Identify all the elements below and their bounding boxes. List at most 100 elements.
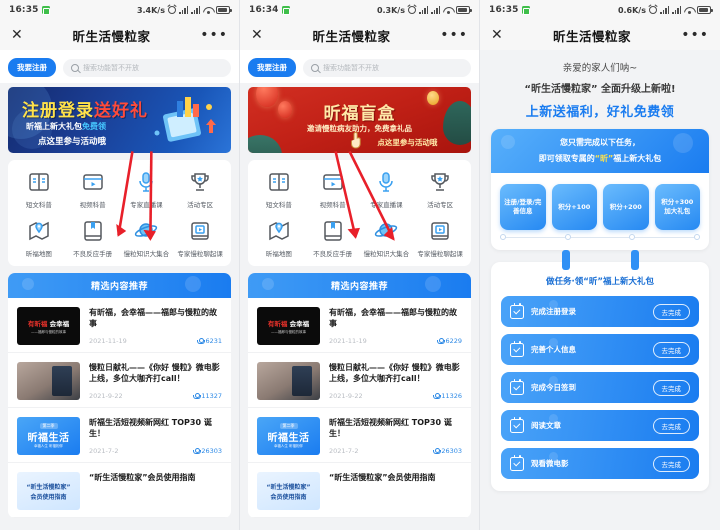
register-button[interactable]: 我要注册 — [248, 58, 296, 77]
more-options-icon[interactable]: ••• — [200, 28, 228, 42]
grid-item-label: 不良反应手册 — [73, 250, 113, 258]
grid-item-0[interactable]: 短文科普 — [12, 170, 66, 209]
grid-item-3[interactable]: 活动专区 — [173, 170, 227, 209]
banner-subtitle-accent: 免费领 — [82, 122, 106, 131]
thumbnail-line1: “昕生活慢粒家” — [26, 483, 71, 491]
grid-item-2[interactable]: 专家直播课 — [120, 170, 174, 209]
network-speed: 0.6K/s — [617, 5, 646, 15]
grid-item-label: 专家慢粒聊起课 — [417, 250, 463, 258]
task-label: 完成注册登录 — [531, 307, 576, 316]
task-row-2[interactable]: 完成今日签到 去完成 — [501, 372, 699, 403]
task-deco — [549, 414, 558, 423]
thumbnail-title: 有昕福 会幸福 — [267, 319, 310, 328]
status-time: 16:35 — [489, 5, 519, 15]
close-icon[interactable]: ✕ — [251, 28, 263, 42]
list-item-date: 2021-11-19 — [89, 337, 127, 345]
battery-icon — [697, 6, 713, 14]
panel-home-register: 16:35 3.4K/s ✕ 昕生活慢粒家 ••• 我要注册 搜索功能暂不开放 … — [0, 0, 240, 530]
list-item[interactable]: “昕生活慢粒家” 会员使用指南 “昕生活慢粒家”会员使用指南 — [248, 463, 471, 518]
banner-subtitle-main: 昕福上新大礼包 — [26, 122, 82, 131]
list-item-views: 6231 — [197, 337, 222, 345]
task-row-1[interactable]: 完善个人信息 去完成 — [501, 334, 699, 365]
planet-icon — [374, 219, 398, 243]
list-item-meta: 2021-7-2 26303 — [89, 447, 222, 455]
wifi-icon — [203, 6, 213, 14]
title-bar: ✕ 昕生活慢粒家 ••• — [240, 20, 479, 50]
close-icon[interactable]: ✕ — [491, 28, 503, 42]
grid-item-6[interactable]: 慢粒知识大集合 — [360, 219, 414, 258]
search-input[interactable]: 搜索功能暂不开放 — [303, 58, 471, 77]
close-icon[interactable]: ✕ — [11, 28, 23, 42]
status-left: 16:34 — [249, 5, 291, 15]
thumbnail: 第二季 昕福生活 幸福人生 昕福相伴 — [17, 417, 80, 455]
title-bar: ✕ 昕生活慢粒家 ••• — [0, 20, 239, 50]
grid-item-5[interactable]: 不良反应手册 — [306, 219, 360, 258]
calendar-check-icon — [510, 416, 524, 433]
grid-item-label: 活动专区 — [427, 201, 454, 209]
views-icon — [437, 338, 446, 344]
reward-step-3[interactable]: 积分+300 加大礼包 — [654, 184, 700, 230]
grid-item-label: 慢粒知识大集合 — [363, 250, 410, 258]
task-action-button[interactable]: 去完成 — [652, 341, 690, 358]
task-row-4[interactable]: 观看微电影 去完成 — [501, 448, 699, 479]
list-item[interactable]: 慢粒日献礼——《你好 慢粒》微电影上线，多位大咖齐打call！ 2021-9-2… — [8, 353, 231, 408]
video-play-icon — [321, 170, 345, 194]
grid-item-1[interactable]: 视频科普 — [306, 170, 360, 209]
step-progress-track — [491, 234, 709, 250]
list-item[interactable]: 慢粒日献礼——《你好 慢粒》微电影上线，多位大咖齐打call！ 2021-9-2… — [248, 353, 471, 408]
more-options-icon[interactable]: ••• — [440, 28, 468, 42]
grid-item-label: 专家慢粒聊起课 — [177, 250, 223, 258]
list-item[interactable]: 有昕福 会幸福 ——福郎与慢粒的故事 有昕福，会幸福——福郎与慢粒的故事 202… — [248, 298, 471, 353]
task-row-0[interactable]: 完成注册登录 去完成 — [501, 296, 699, 327]
search-input[interactable]: 搜索功能暂不开放 — [63, 58, 231, 77]
connector-bar-right — [630, 250, 639, 270]
more-options-icon[interactable]: ••• — [681, 28, 709, 42]
wifi-icon — [443, 6, 453, 14]
task-action-button[interactable]: 去完成 — [652, 417, 690, 434]
thumbnail-title: 昕福生活 — [267, 433, 310, 444]
header-deco-2 — [425, 276, 441, 292]
step-line-2 — [635, 236, 695, 238]
grid-item-4[interactable]: 昕福地图 — [252, 219, 306, 258]
list-item[interactable]: 第二季 昕福生活 幸福人生 昕福相伴 昕福生活短视频新网红 TOP30 诞生！ … — [8, 408, 231, 463]
battery-icon — [216, 6, 232, 14]
reward-steps-card: 您只需完成以下任务， 即可领取专属的“昕”福上新大礼包 注册/登录/完善信息 积… — [491, 129, 709, 250]
grid-item-7[interactable]: 专家慢粒聊起课 — [173, 219, 227, 258]
planet-icon — [134, 219, 158, 243]
list-item[interactable]: 第二季 昕福生活 幸福人生 昕福相伴 昕福生活短视频新网红 TOP30 诞生！ … — [248, 408, 471, 463]
list-item-body: 慢粒日献礼——《你好 慢粒》微电影上线，多位大咖齐打call！ 2021-9-2… — [89, 362, 222, 400]
grid-item-6[interactable]: 慢粒知识大集合 — [120, 219, 174, 258]
page-title: 昕生活慢粒家 — [552, 28, 631, 44]
task-deco — [549, 338, 558, 347]
list-item-body: 慢粒日献礼——《你好 慢粒》微电影上线，多位大咖齐打call！ 2021-9-2… — [329, 362, 462, 400]
grid-item-0[interactable]: 短文科普 — [252, 170, 306, 209]
grid-item-3[interactable]: 活动专区 — [413, 170, 467, 209]
banner-illustration — [154, 97, 216, 142]
status-bar: 16:35 3.4K/s — [0, 0, 239, 20]
list-item[interactable]: 有昕福 会幸福 ——福郎与慢粒的故事 有昕福，会幸福——福郎与慢粒的故事 202… — [8, 298, 231, 353]
task-action-button[interactable]: 去完成 — [652, 303, 690, 320]
reward-step-2[interactable]: 积分+200 — [603, 184, 649, 230]
grid-item-1[interactable]: 视频科普 — [66, 170, 120, 209]
screenshot-icon — [281, 6, 291, 15]
grid-item-2[interactable]: 专家直播课 — [360, 170, 414, 209]
list-item-body: 有昕福，会幸福——福郎与慢粒的故事 2021-11-19 6229 — [329, 307, 462, 345]
list-item[interactable]: “昕生活慢粒家” 会员使用指南 “昕生活慢粒家”会员使用指南 — [8, 463, 231, 518]
reward-step-0[interactable]: 注册/登录/完善信息 — [500, 184, 546, 230]
task-action-button[interactable]: 去完成 — [652, 379, 690, 396]
register-button[interactable]: 我要注册 — [8, 58, 56, 77]
book-play-icon — [428, 219, 452, 243]
views-icon — [433, 393, 442, 399]
firework-decoration — [427, 91, 439, 105]
grid-item-5[interactable]: 不良反应手册 — [66, 219, 120, 258]
task-action-button[interactable]: 去完成 — [652, 455, 690, 472]
promo-banner-blindbox[interactable]: 昕福盲盒 邀请慢粒病友助力，免费拿礼品 点这里参与活动哦 — [248, 87, 471, 153]
thumbnail-title: 有昕福 会幸福 — [27, 319, 70, 328]
banner-title-part1: 注册登录 — [22, 101, 94, 121]
grid-item-7[interactable]: 专家慢粒聊起课 — [413, 219, 467, 258]
promo-banner-register[interactable]: 注册登录送好礼 昕福上新大礼包免费领 点这里参与活动哦 — [8, 87, 231, 153]
grid-item-4[interactable]: 昕福地图 — [12, 219, 66, 258]
reward-step-1[interactable]: 积分+100 — [551, 184, 597, 230]
status-right: 3.4K/s — [137, 6, 232, 15]
task-row-3[interactable]: 阅读文章 去完成 — [501, 410, 699, 441]
